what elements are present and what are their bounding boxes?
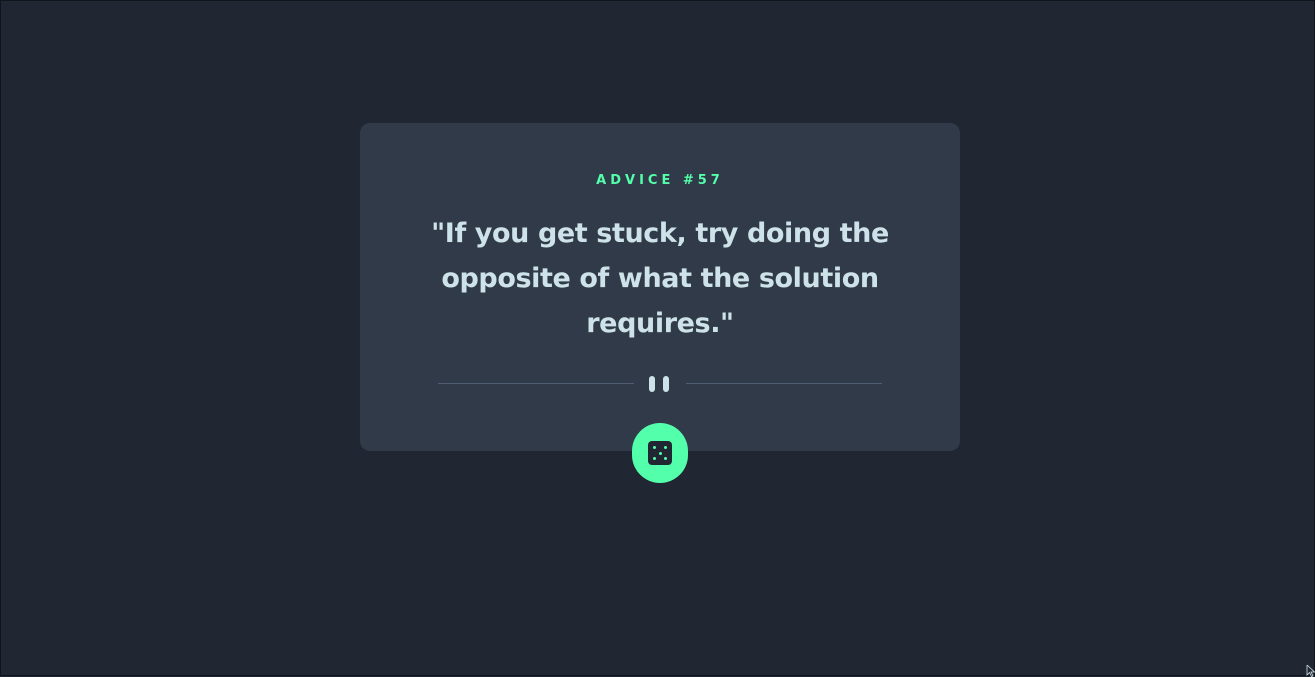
advice-card: ADVICE #57 "If you get stuck, try doing … — [360, 123, 960, 451]
divider-line-right — [686, 383, 882, 384]
divider — [438, 375, 882, 393]
advice-number: ADVICE #57 — [596, 173, 724, 188]
new-advice-button[interactable] — [632, 423, 688, 483]
pause-icon — [649, 376, 671, 392]
mouse-cursor-icon — [1306, 665, 1315, 677]
advice-quote: "If you get stuck, try doing the opposit… — [431, 218, 889, 339]
divider-line-left — [438, 383, 634, 384]
dice-icon — [648, 441, 672, 465]
